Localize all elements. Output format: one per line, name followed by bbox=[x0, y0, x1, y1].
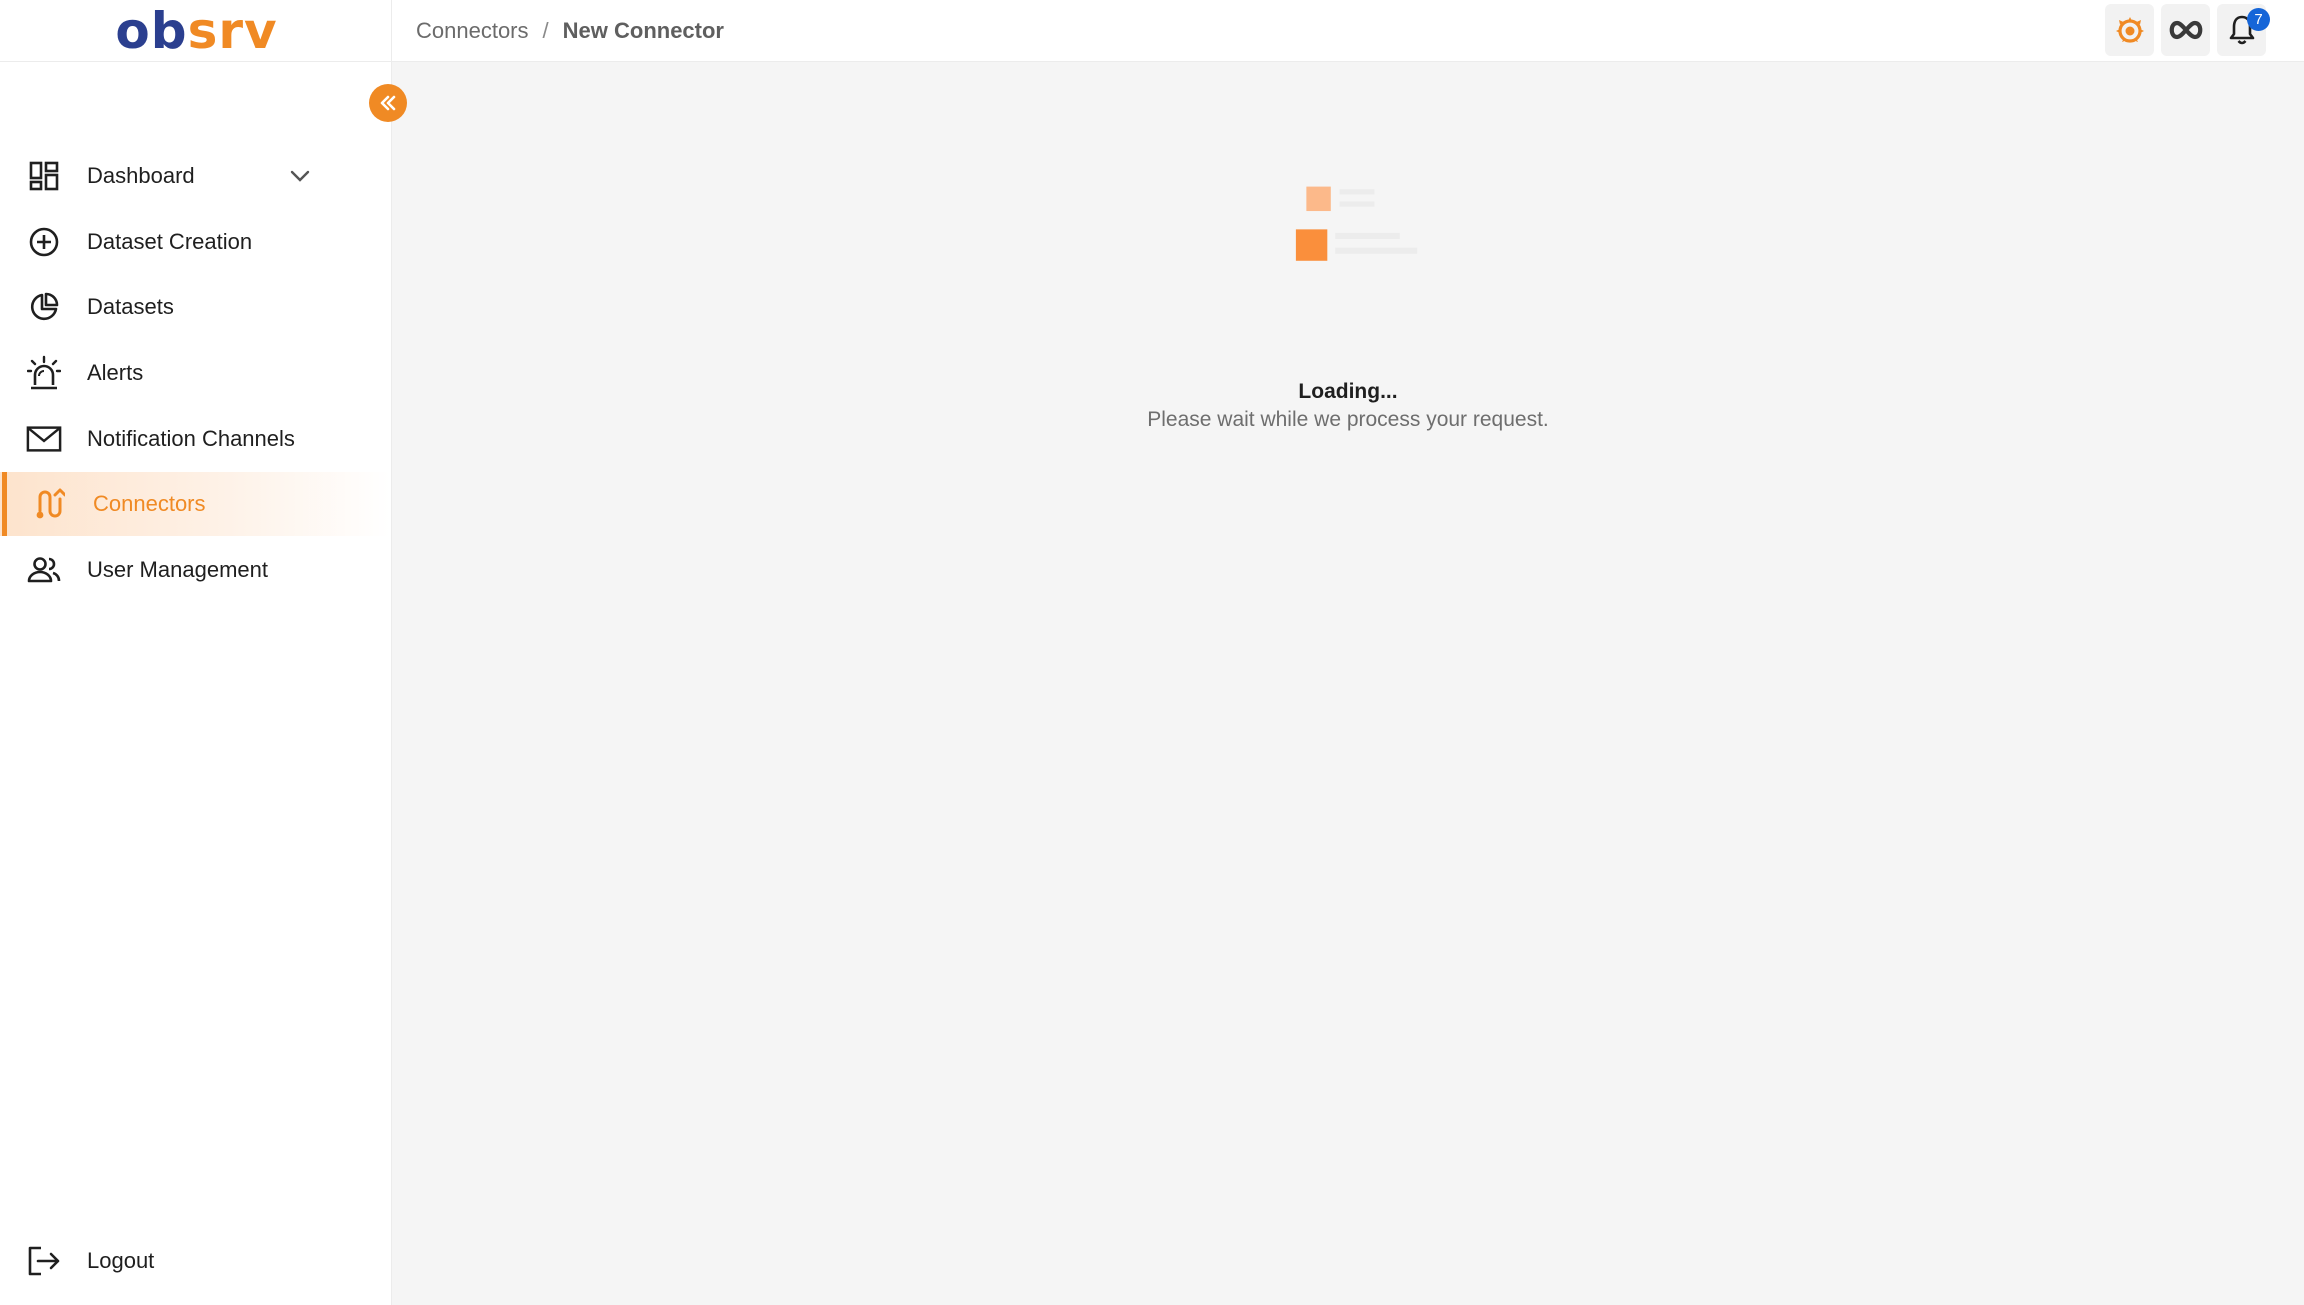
sidebar-item-label: Datasets bbox=[87, 294, 174, 319]
connector-icon bbox=[32, 486, 68, 522]
sidebar-item-user-management[interactable]: User Management bbox=[0, 538, 390, 602]
sidebar-item-datasets[interactable]: Datasets bbox=[0, 275, 390, 339]
logo-text-part1: ob bbox=[115, 2, 188, 60]
loading-illustration bbox=[1295, 186, 1418, 261]
breadcrumb: Connectors / New Connector bbox=[416, 0, 724, 62]
collapse-sidebar-button[interactable] bbox=[369, 84, 407, 122]
loading-title: Loading... bbox=[1298, 380, 1398, 403]
notifications-button[interactable]: 7 bbox=[2217, 4, 2270, 56]
header-actions: 7 bbox=[2105, 4, 2270, 56]
sidebar-item-label: Dashboard bbox=[87, 163, 195, 188]
dashboard-icon bbox=[26, 158, 62, 194]
breadcrumb-separator: / bbox=[542, 18, 549, 43]
loading-line-top-1 bbox=[1339, 189, 1375, 195]
loading-line-bottom-2 bbox=[1335, 247, 1418, 254]
logout-icon bbox=[26, 1243, 62, 1279]
users-icon bbox=[26, 552, 62, 588]
main-content: Loading... Please wait while we process … bbox=[392, 62, 2304, 1305]
sidebar-item-label: Notification Channels bbox=[87, 426, 295, 451]
infinity-icon bbox=[2169, 20, 2202, 40]
sidebar-item-label: User Management bbox=[87, 557, 268, 582]
sidebar-item-label: Connectors bbox=[93, 491, 206, 516]
sidebar-item-dataset-creation[interactable]: Dataset Creation bbox=[0, 210, 390, 274]
logo-area: ob srv bbox=[0, 0, 392, 62]
sidebar-item-notification-channels[interactable]: Notification Channels bbox=[0, 407, 390, 471]
logout-button[interactable]: Logout bbox=[0, 1229, 390, 1293]
double-chevron-left-icon bbox=[380, 95, 396, 111]
grafana-icon bbox=[2115, 17, 2144, 43]
notification-count-badge: 7 bbox=[2247, 8, 2270, 31]
mail-icon bbox=[26, 421, 62, 457]
loading-message: Please wait while we process your reques… bbox=[1147, 408, 1549, 431]
logo-text-part2: srv bbox=[187, 2, 278, 60]
loading-line-top-2 bbox=[1339, 201, 1375, 207]
app-root: ob srv Connectors / New Connector 7 Dash… bbox=[0, 0, 2304, 1305]
breadcrumb-item-new-connector: New Connector bbox=[562, 18, 724, 43]
breadcrumb-item-connectors[interactable]: Connectors bbox=[416, 18, 529, 44]
grafana-button[interactable] bbox=[2105, 4, 2154, 56]
logout-label: Logout bbox=[87, 1248, 155, 1273]
loading-square-bottom bbox=[1295, 229, 1328, 261]
pie-chart-icon bbox=[26, 289, 62, 325]
top-header: ob srv Connectors / New Connector 7 bbox=[0, 0, 2304, 62]
sidebar-item-label: Alerts bbox=[87, 360, 144, 385]
plus-circle-icon bbox=[26, 224, 62, 260]
loading-square-top bbox=[1306, 186, 1331, 212]
infinity-button[interactable] bbox=[2161, 4, 2210, 56]
chevron-down-icon[interactable] bbox=[286, 162, 314, 190]
sidebar-item-connectors[interactable]: Connectors bbox=[0, 472, 390, 536]
loading-line-bottom-1 bbox=[1335, 232, 1400, 239]
sidebar-item-dashboard[interactable]: Dashboard bbox=[0, 144, 390, 208]
sidebar-item-alerts[interactable]: Alerts bbox=[0, 341, 390, 405]
obsrv-logo[interactable]: ob srv bbox=[115, 6, 277, 56]
siren-icon bbox=[26, 355, 62, 391]
sidebar-item-label: Dataset Creation bbox=[87, 229, 253, 254]
